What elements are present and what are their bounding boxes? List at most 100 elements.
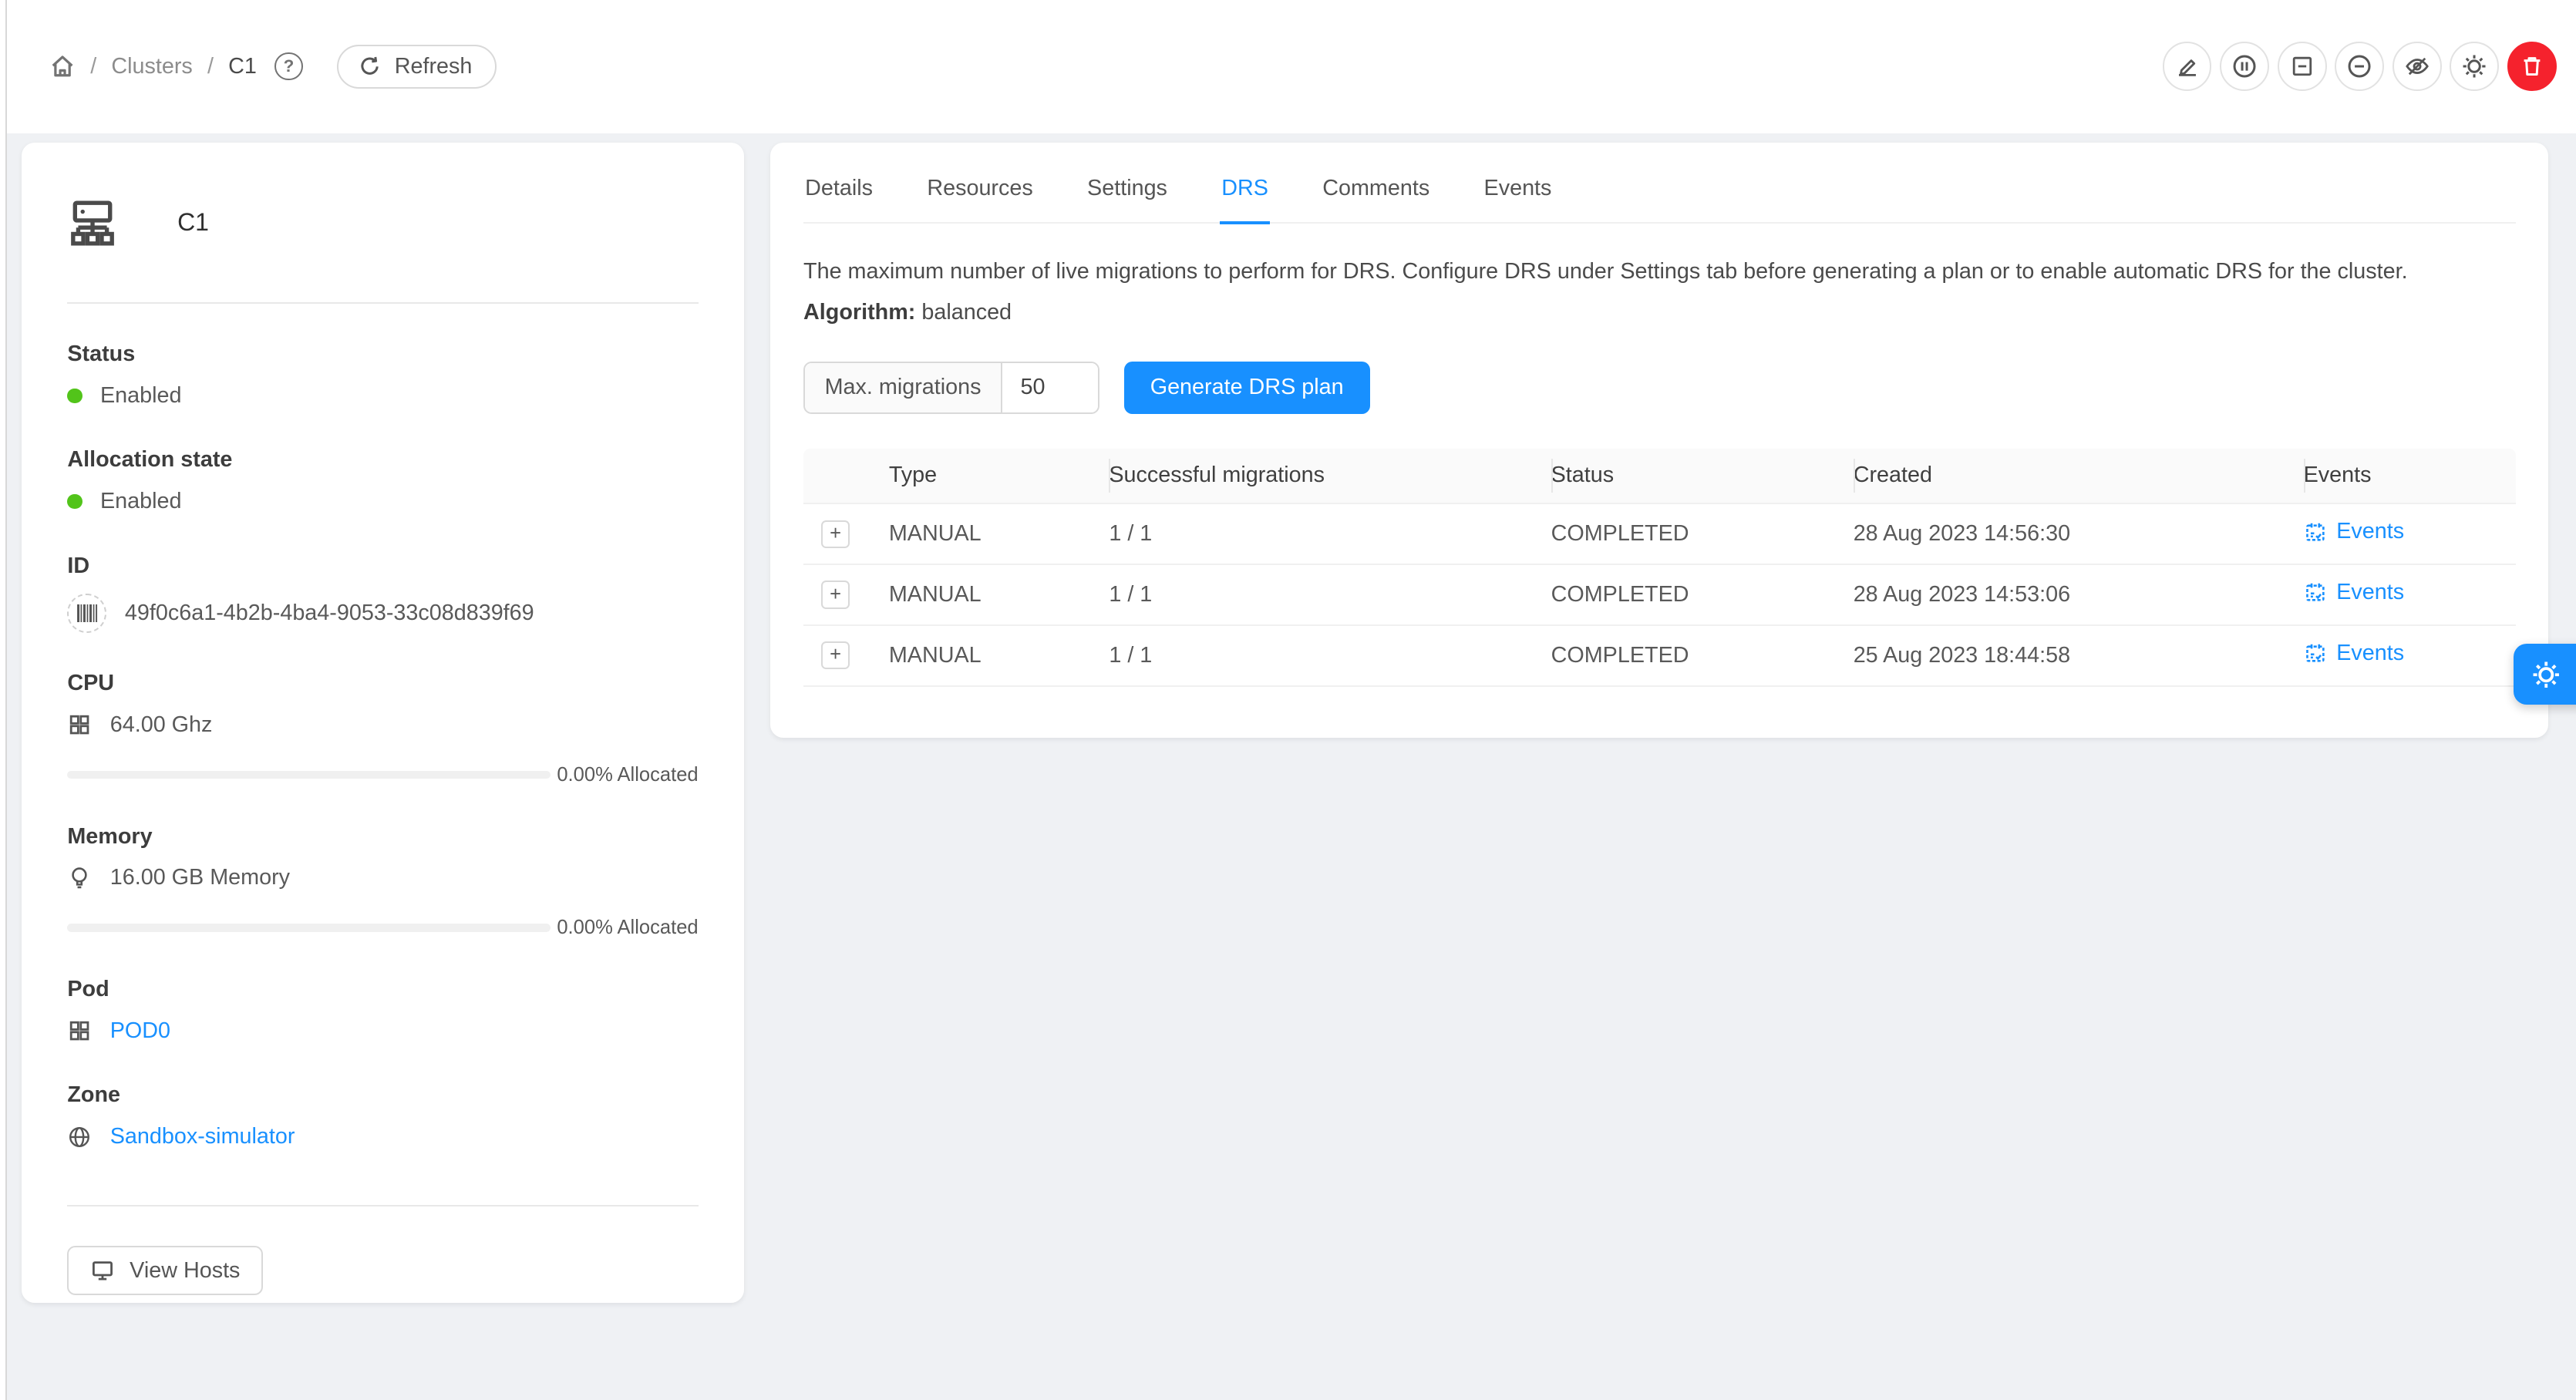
circle-minus-icon xyxy=(2346,53,2372,79)
pause-button[interactable] xyxy=(2220,42,2269,91)
expand-row-button[interactable]: + xyxy=(821,641,849,669)
generate-drs-plan-button[interactable]: Generate DRS plan xyxy=(1124,362,1370,414)
calendar-icon xyxy=(2304,641,2327,665)
zone-label: Zone xyxy=(67,1082,698,1108)
breadcrumb-separator: / xyxy=(90,54,96,79)
edit-button[interactable] xyxy=(2163,42,2212,91)
col-successful-migrations: Successful migrations xyxy=(1109,449,1551,503)
refresh-label: Refresh xyxy=(395,54,473,79)
cell-status: COMPLETED xyxy=(1551,521,1854,547)
id-label: ID xyxy=(67,554,698,579)
row-events-link[interactable]: Events xyxy=(2304,580,2405,605)
floating-settings-button[interactable] xyxy=(2514,644,2576,705)
cpu-progress-bar xyxy=(67,771,551,779)
expand-row-button[interactable]: + xyxy=(821,581,849,608)
memory-value: 16.00 GB Memory xyxy=(110,865,290,890)
tab-comments[interactable]: Comments xyxy=(1321,154,1431,224)
breadcrumb-separator: / xyxy=(207,54,214,79)
allocation-dot-icon xyxy=(67,494,82,509)
col-status: Status xyxy=(1551,449,1854,503)
reload-icon xyxy=(359,55,382,78)
zone-section: Zone Sandbox-simulator xyxy=(67,1082,698,1150)
expand-row-button[interactable]: + xyxy=(821,520,849,548)
box-minus-icon xyxy=(2290,54,2315,79)
refresh-button[interactable]: Refresh xyxy=(337,45,497,89)
pencil-icon xyxy=(2175,54,2200,79)
help-icon[interactable]: ? xyxy=(274,52,302,80)
cpu-allocated-text: 0.00% Allocated xyxy=(557,764,698,786)
cluster-info-card: C1 Status Enabled Allocation state Enabl… xyxy=(22,143,745,1302)
row-events-link[interactable]: Events xyxy=(2304,641,2405,666)
events-link-label: Events xyxy=(2336,580,2404,605)
allocation-section: Allocation state Enabled xyxy=(67,447,698,515)
calendar-icon xyxy=(2304,520,2327,544)
id-section: ID 49f0c6a1-4b2b-4ba4-9053-33c08d839f69 xyxy=(67,554,698,633)
cell-migrations: 1 / 1 xyxy=(1109,582,1551,607)
id-value: 49f0c6a1-4b2b-4ba4-9053-33c08d839f69 xyxy=(125,601,534,626)
cluster-detail-card: Details Resources Settings DRS Comments … xyxy=(770,143,2548,737)
pod-label: Pod xyxy=(67,977,698,1002)
events-link-label: Events xyxy=(2336,641,2404,666)
cluster-title: C1 xyxy=(177,208,209,237)
cluster-icon xyxy=(67,197,118,248)
tab-settings[interactable]: Settings xyxy=(1086,154,1169,224)
divider xyxy=(67,302,698,304)
app-root: / Clusters / C1 ? Refresh xyxy=(0,0,2576,1400)
zone-link[interactable]: Sandbox-simulator xyxy=(110,1124,295,1149)
home-icon[interactable] xyxy=(49,53,76,79)
algorithm-value: balanced xyxy=(921,300,1012,325)
hide-button[interactable] xyxy=(2392,42,2442,91)
memory-allocated-text: 0.00% Allocated xyxy=(557,917,698,939)
globe-icon xyxy=(67,1125,92,1149)
cpu-section: CPU 64.00 Ghz 0.00% Allocated xyxy=(67,671,698,786)
tab-bar: Details Resources Settings DRS Comments … xyxy=(803,143,2516,224)
pause-circle-icon xyxy=(2231,53,2258,79)
unmanage-button[interactable] xyxy=(2278,42,2327,91)
breadcrumb-current: C1 xyxy=(228,54,257,79)
cell-status: COMPLETED xyxy=(1551,582,1854,607)
col-events: Events xyxy=(2304,449,2516,503)
disable-button[interactable] xyxy=(2335,42,2384,91)
col-created: Created xyxy=(1854,449,2304,503)
cell-status: COMPLETED xyxy=(1551,643,1854,668)
max-migrations-addon: Max. migrations xyxy=(805,363,1002,412)
cpu-grid-icon xyxy=(67,712,92,737)
bulb-icon xyxy=(67,866,92,890)
view-hosts-button[interactable]: View Hosts xyxy=(67,1246,263,1295)
pod-grid-icon xyxy=(67,1018,92,1043)
table-row: + MANUAL 1 / 1 COMPLETED 28 Aug 2023 14:… xyxy=(803,565,2516,626)
tab-drs[interactable]: DRS xyxy=(1220,154,1270,224)
cell-type: MANUAL xyxy=(889,643,1110,668)
expand-column-header xyxy=(803,449,889,503)
tab-details[interactable]: Details xyxy=(803,154,874,224)
calendar-icon xyxy=(2304,581,2327,604)
memory-label: Memory xyxy=(67,824,698,850)
tab-resources[interactable]: Resources xyxy=(925,154,1035,224)
header-actions xyxy=(2163,42,2557,91)
cpu-label: CPU xyxy=(67,671,698,696)
delete-button[interactable] xyxy=(2507,42,2557,91)
view-hosts-label: View Hosts xyxy=(130,1258,240,1284)
table-header-row: Type Successful migrations Status Create… xyxy=(803,449,2516,504)
max-migrations-input[interactable] xyxy=(1002,363,1098,412)
settings-button[interactable] xyxy=(2450,42,2499,91)
cpu-value: 64.00 Ghz xyxy=(110,712,213,738)
row-events-link[interactable]: Events xyxy=(2304,519,2405,544)
status-section: Status Enabled xyxy=(67,342,698,409)
cell-created: 28 Aug 2023 14:56:30 xyxy=(1854,521,2304,547)
drs-controls: Max. migrations Generate DRS plan xyxy=(803,362,2516,414)
divider xyxy=(67,1205,698,1206)
pod-section: Pod POD0 xyxy=(67,977,698,1045)
status-value: Enabled xyxy=(100,383,182,409)
drs-plans-table: Type Successful migrations Status Create… xyxy=(803,449,2516,687)
trash-icon xyxy=(2520,54,2544,79)
pod-link[interactable]: POD0 xyxy=(110,1018,170,1044)
max-migrations-group: Max. migrations xyxy=(803,362,1099,414)
barcode-icon[interactable] xyxy=(67,594,106,633)
breadcrumb-clusters[interactable]: Clusters xyxy=(111,54,192,79)
events-link-label: Events xyxy=(2336,519,2404,544)
breadcrumb: / Clusters / C1 ? Refresh xyxy=(49,45,497,89)
gear-icon xyxy=(2461,53,2487,79)
tab-events[interactable]: Events xyxy=(1482,154,1553,224)
col-type: Type xyxy=(889,449,1110,503)
